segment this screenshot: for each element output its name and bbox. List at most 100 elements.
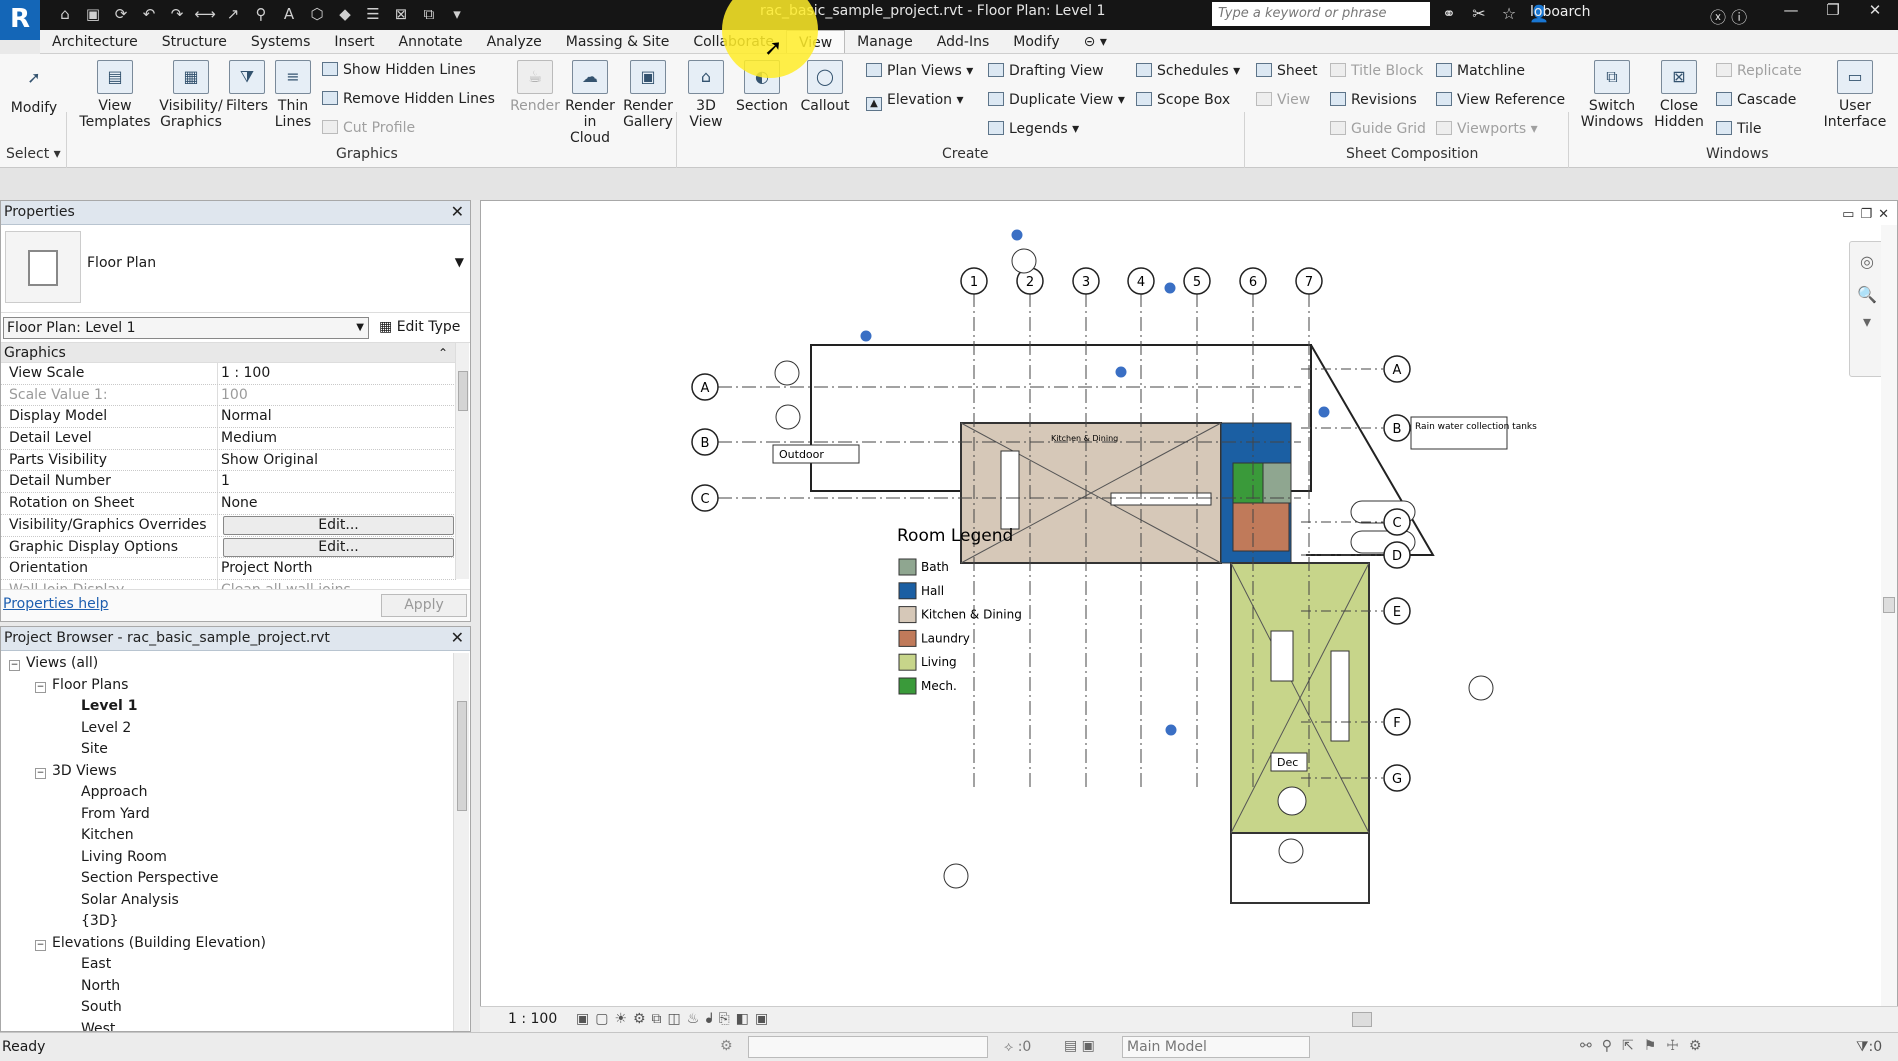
viewports-button[interactable]: Viewports ▾ — [1436, 121, 1538, 137]
browser-node[interactable]: Level 1 — [1, 696, 470, 718]
floor-plan-drawing[interactable]: 1 2 3 4 5 6 7 A B C A B C D E F G Outdoor Dec Rain water co… — [481, 201, 1881, 1007]
close-icon[interactable]: ✕ — [451, 627, 464, 649]
collapse-toggle-icon[interactable]: − — [35, 767, 46, 779]
graphics-group-header[interactable]: Graphics ⌃ — [1, 343, 456, 363]
tile-button[interactable]: Tile — [1716, 121, 1762, 137]
legends-button[interactable]: Legends ▾ — [988, 121, 1079, 137]
browser-node[interactable]: West — [1, 1019, 470, 1032]
browser-node[interactable]: Approach — [1, 782, 470, 804]
guide-grid-button[interactable]: Guide Grid — [1330, 121, 1426, 137]
view-control-icons[interactable]: ▣▢☀⚙⧉◫♨ᖱ⎘◧▣ — [576, 1011, 774, 1027]
revisions-button[interactable]: Revisions — [1330, 92, 1417, 108]
tab-massing-site[interactable]: Massing & Site — [554, 30, 682, 53]
minimize-icon[interactable]: — — [1770, 0, 1812, 22]
revit-app-button[interactable]: R — [0, 0, 40, 40]
properties-scrollbar[interactable] — [455, 343, 469, 579]
tab-analyze[interactable]: Analyze — [475, 30, 554, 53]
browser-node[interactable]: Solar Analysis — [1, 890, 470, 912]
help-icon[interactable]: ⓧ ⓘ — [1710, 4, 1747, 28]
binoculars-icon[interactable]: ⚭ — [1438, 4, 1460, 23]
property-value[interactable]: Medium — [218, 428, 456, 449]
property-value[interactable]: 100 — [218, 385, 456, 406]
steering-wheel-icon[interactable]: ◎ — [1850, 252, 1884, 271]
tab-add-ins[interactable]: Add-Ins — [925, 30, 1001, 53]
thin-lines-button[interactable]: ≡ Thin Lines — [272, 60, 314, 130]
view-templates-button[interactable]: ▤ View Templates — [78, 60, 152, 130]
subscription-icon[interactable]: ✂ — [1468, 4, 1490, 23]
view-scale[interactable]: 1 : 100 — [508, 1011, 557, 1027]
horizontal-scrollbar-thumb[interactable] — [1352, 1012, 1372, 1027]
text-icon[interactable]: A — [278, 4, 300, 24]
browser-node[interactable]: East — [1, 954, 470, 976]
show-hidden-lines-button[interactable]: Show Hidden Lines — [322, 62, 476, 78]
edit-button[interactable]: Edit... — [223, 515, 454, 535]
switch-windows-icon[interactable]: ⧉ — [418, 4, 440, 24]
save-icon[interactable]: ▣ — [82, 4, 104, 24]
tab-structure[interactable]: Structure — [150, 30, 239, 53]
render-gallery-button[interactable]: ▣ Render Gallery — [620, 60, 676, 130]
type-selector[interactable]: Floor Plan ▼ — [1, 225, 470, 313]
property-value[interactable]: 1 : 100 — [218, 363, 456, 384]
browser-node[interactable]: − Floor Plans — [1, 675, 470, 697]
tab-manage[interactable]: Manage — [845, 30, 925, 53]
remove-hidden-lines-button[interactable]: Remove Hidden Lines — [322, 91, 495, 107]
collapse-toggle-icon[interactable]: − — [35, 681, 46, 693]
replicate-button[interactable]: Replicate — [1716, 63, 1802, 79]
collapse-toggle-icon[interactable]: − — [35, 939, 46, 951]
measure-icon[interactable]: ⟷ — [194, 4, 216, 24]
vertical-scrollbar[interactable] — [1881, 225, 1897, 1015]
select-dropdown[interactable]: Select ▾ — [6, 146, 61, 162]
place-view-button[interactable]: View — [1256, 92, 1310, 108]
browser-node[interactable]: Section Perspective — [1, 868, 470, 890]
tab-architecture[interactable]: Architecture — [40, 30, 150, 53]
switch-windows-button[interactable]: ⧉ Switch Windows — [1580, 60, 1644, 130]
selection-toggles[interactable]: ⚯⚲⇱⚑☩⚙ — [1580, 1038, 1711, 1054]
render-button[interactable]: ☕ Render — [510, 60, 560, 114]
property-value[interactable]: Normal — [218, 406, 456, 427]
tab-view[interactable]: View — [785, 30, 846, 53]
default-3d-icon[interactable]: ⬡ — [306, 4, 328, 24]
close-windows-icon[interactable]: ⊠ — [390, 4, 412, 24]
drafting-view-button[interactable]: Drafting View — [988, 63, 1104, 79]
property-value[interactable]: Edit... — [218, 515, 456, 536]
search-input[interactable]: Type a keyword or phrase — [1212, 2, 1430, 26]
view-reference-button[interactable]: View Reference — [1436, 92, 1565, 108]
design-options-icon[interactable]: ▤ ▣ — [1064, 1038, 1095, 1054]
sheet-button[interactable]: Sheet — [1256, 63, 1317, 79]
tab-modify[interactable]: Modify — [1001, 30, 1071, 53]
zoom-icon[interactable]: 🔍 — [1850, 285, 1884, 304]
browser-node[interactable]: −3D Views — [1, 761, 470, 783]
elevation-button[interactable]: ▲ Elevation ▾ — [866, 92, 964, 111]
close-icon[interactable]: ✕ — [451, 201, 464, 223]
tag-icon[interactable]: ⚲ — [250, 4, 272, 24]
browser-node[interactable]: North — [1, 976, 470, 998]
close-hidden-button[interactable]: ⊠ Close Hidden — [1650, 60, 1708, 130]
section-icon[interactable]: ◆ — [334, 4, 356, 24]
matchline-button[interactable]: Matchline — [1436, 63, 1525, 79]
ribbon-minimize-toggle[interactable]: ⊝ ▾ — [1072, 30, 1119, 53]
open-icon[interactable]: ⌂ — [54, 4, 76, 24]
section-button[interactable]: ◐ Section — [730, 60, 794, 114]
browser-node[interactable]: Site — [1, 739, 470, 761]
browser-node[interactable]: Living Room — [1, 847, 470, 869]
plan-views-button[interactable]: Plan Views ▾ — [866, 63, 973, 79]
cut-profile-button[interactable]: Cut Profile — [322, 120, 415, 136]
properties-help-link[interactable]: Properties help — [3, 596, 108, 612]
workset-selector[interactable] — [748, 1036, 988, 1058]
thin-lines-icon[interactable]: ☰ — [362, 4, 384, 24]
cascade-button[interactable]: Cascade — [1716, 92, 1796, 108]
collapse-icon[interactable]: ⌃ — [438, 343, 448, 363]
modify-button[interactable]: ➚ Modify — [8, 62, 60, 116]
drawing-area[interactable]: ▭ ❐ ✕ 1 2 3 4 5 6 7 A B C A B C D E F G Outdoor Dec Rain wa… — [480, 200, 1898, 1032]
property-value[interactable]: Edit... — [218, 537, 456, 558]
filter-count[interactable]: ⧩:0 — [1856, 1039, 1882, 1055]
property-value[interactable]: 1 — [218, 471, 456, 492]
browser-node[interactable]: From Yard — [1, 804, 470, 826]
browser-node[interactable]: {3D} — [1, 911, 470, 933]
design-option-selector[interactable]: Main Model — [1122, 1036, 1310, 1058]
tab-insert[interactable]: Insert — [322, 30, 386, 53]
collapse-toggle-icon[interactable]: − — [9, 660, 20, 671]
3d-view-button[interactable]: ⌂ 3D View — [686, 60, 726, 130]
duplicate-view-button[interactable]: Duplicate View ▾ — [988, 92, 1125, 108]
customize-qat-icon[interactable]: ▾ — [446, 4, 468, 24]
